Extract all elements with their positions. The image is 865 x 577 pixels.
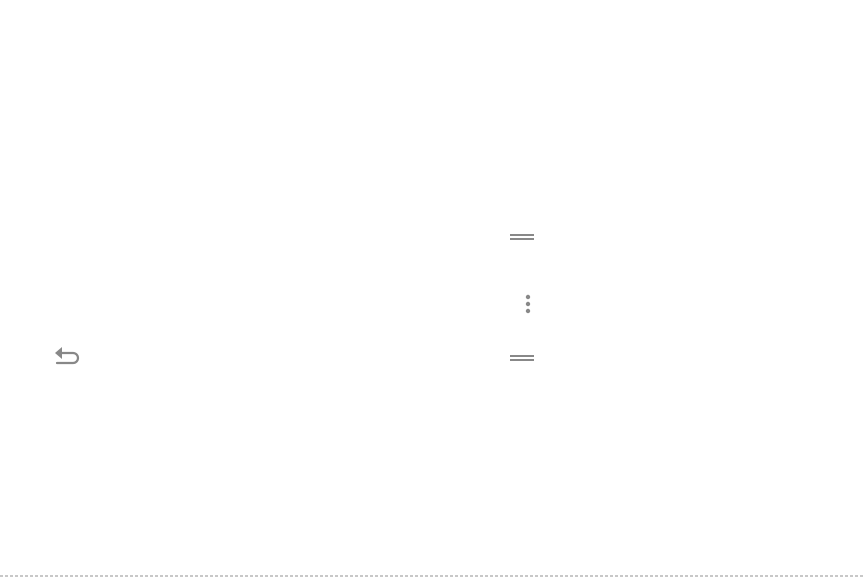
drag-handle-icon[interactable]: [510, 354, 534, 363]
back-arrow-icon[interactable]: [53, 345, 81, 367]
more-vert-icon[interactable]: [523, 294, 533, 314]
drag-handle-icon[interactable]: [510, 233, 534, 242]
page: { "colors": { "background": "#ffffff", "…: [0, 0, 865, 577]
